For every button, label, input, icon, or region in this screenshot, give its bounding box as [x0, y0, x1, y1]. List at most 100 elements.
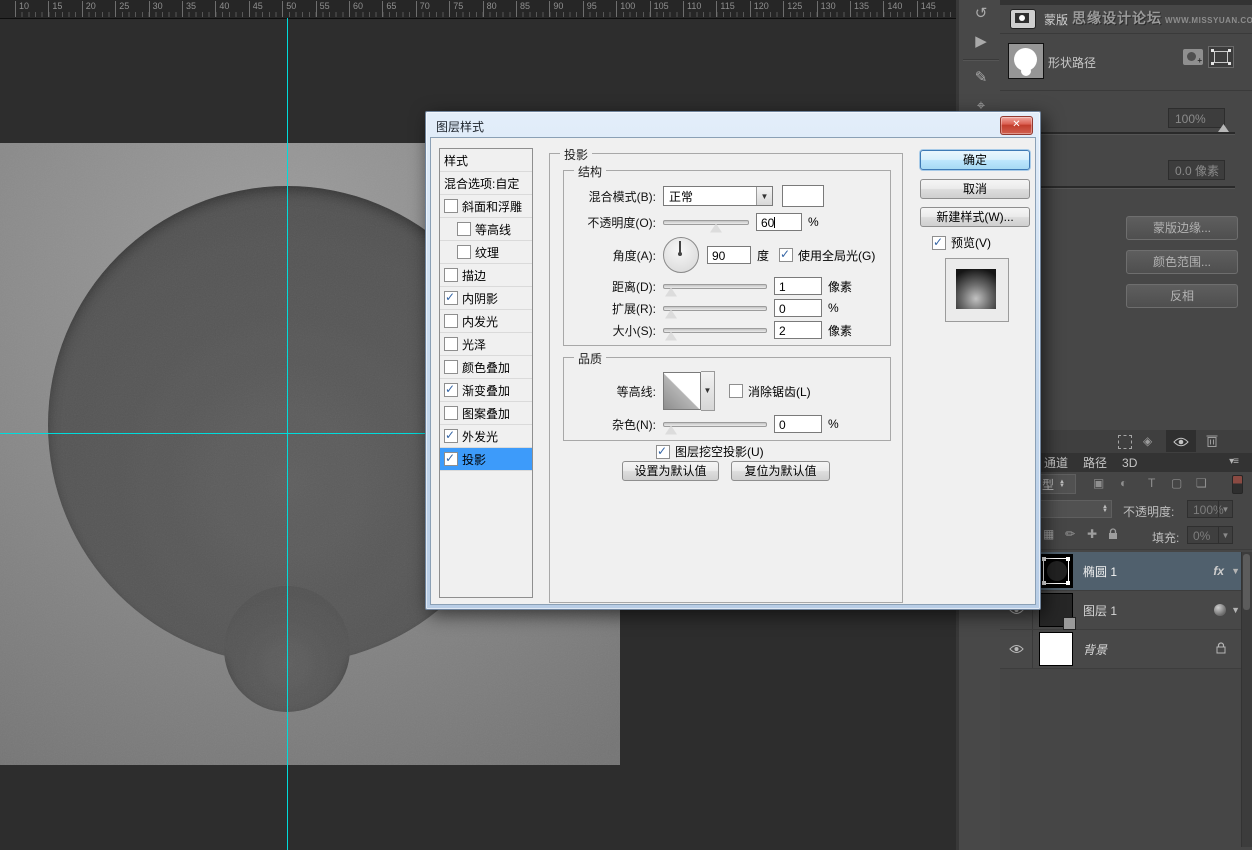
- delete-mask-trash-icon[interactable]: [1206, 434, 1218, 450]
- filter-smart-object-icon[interactable]: ❏: [1196, 476, 1207, 490]
- angle-input[interactable]: 90: [707, 246, 751, 264]
- spread-input[interactable]: 0: [774, 299, 822, 317]
- antialias-checkbox[interactable]: 消除锯齿(L): [729, 383, 811, 400]
- checkbox[interactable]: [444, 337, 458, 351]
- opacity-slider-thumb[interactable]: [710, 223, 722, 233]
- shape-path-thumbnail[interactable]: [1008, 43, 1044, 79]
- contour-dropdown-icon[interactable]: ▼: [701, 371, 715, 411]
- checkbox[interactable]: [457, 222, 471, 236]
- lock-all-icon[interactable]: [1108, 528, 1118, 543]
- spread-slider-thumb[interactable]: [665, 309, 677, 319]
- layer-row-background[interactable]: 背景: [1000, 630, 1252, 669]
- style-item-texture[interactable]: 纹理: [440, 241, 532, 264]
- shadow-color-swatch[interactable]: [782, 185, 824, 207]
- distance-slider-thumb[interactable]: [665, 287, 677, 297]
- checkbox[interactable]: [444, 199, 458, 213]
- checkbox[interactable]: [444, 360, 458, 374]
- layer-thumbnail[interactable]: [1039, 554, 1073, 588]
- vertical-guide[interactable]: [287, 18, 288, 850]
- distance-slider[interactable]: [663, 283, 767, 297]
- checkbox[interactable]: [444, 268, 458, 282]
- dialog-close-icon[interactable]: ✕: [1000, 116, 1033, 135]
- filter-pixel-layers-icon[interactable]: ▣: [1093, 476, 1104, 490]
- layer-name[interactable]: 背景: [1083, 641, 1107, 658]
- filter-adjustment-layers-icon[interactable]: ◐: [1120, 476, 1127, 490]
- checkbox[interactable]: [444, 406, 458, 420]
- ok-button[interactable]: 确定: [920, 150, 1030, 170]
- tab-paths[interactable]: 路径: [1083, 454, 1107, 471]
- distance-input[interactable]: 1: [774, 277, 822, 295]
- style-item-gradient-overlay[interactable]: 渐变叠加: [440, 379, 532, 402]
- preview-checkbox[interactable]: 预览(V): [932, 234, 1030, 251]
- noise-slider[interactable]: [663, 421, 767, 435]
- layers-scrollbar[interactable]: [1241, 552, 1252, 847]
- visibility-eye-icon[interactable]: [1000, 630, 1033, 668]
- new-style-button[interactable]: 新建样式(W)...: [920, 207, 1030, 227]
- style-item-blending-options[interactable]: 混合选项:自定: [440, 172, 532, 195]
- filter-type-layers-icon[interactable]: T: [1148, 476, 1155, 490]
- feather-value[interactable]: 0.0 像素: [1168, 160, 1225, 180]
- filter-shape-layers-icon[interactable]: ▢: [1171, 476, 1182, 490]
- shape-path-row[interactable]: 形状路径 +: [1000, 34, 1252, 91]
- apply-mask-icon[interactable]: ◈: [1143, 434, 1152, 448]
- cancel-button[interactable]: 取消: [920, 179, 1030, 199]
- panel-menu-icon[interactable]: ▾≡: [1229, 456, 1239, 467]
- style-item-outer-glow[interactable]: 外发光: [440, 425, 532, 448]
- collapse-effects-icon[interactable]: ▼: [1231, 566, 1240, 576]
- style-item-bevel-emboss[interactable]: 斜面和浮雕: [440, 195, 532, 218]
- layer-opacity-value[interactable]: 100% ▼: [1187, 500, 1233, 518]
- mask-visibility-eye-icon[interactable]: [1173, 436, 1189, 450]
- top-ruler[interactable]: 10 15 20 25 30 35 40 45 50 55 60 65 70 75 80 85 90 95 100 1…: [0, 0, 956, 19]
- background-lock-icon[interactable]: [1216, 641, 1226, 657]
- knockout-checkbox[interactable]: 图层挖空投影(U): [656, 443, 764, 460]
- style-item-color-overlay[interactable]: 颜色叠加: [440, 356, 532, 379]
- checkbox[interactable]: [444, 314, 458, 328]
- contour-thumbnail[interactable]: [663, 372, 701, 410]
- size-slider-thumb[interactable]: [665, 331, 677, 341]
- style-item-inner-shadow[interactable]: 内阴影: [440, 287, 532, 310]
- spread-slider[interactable]: [663, 305, 767, 319]
- opacity-slider[interactable]: [663, 219, 749, 233]
- actions-panel-icon[interactable]: ▶: [959, 28, 1003, 56]
- checkbox[interactable]: [444, 382, 458, 397]
- effects-sphere-icon[interactable]: [1214, 604, 1226, 616]
- style-item-pattern-overlay[interactable]: 图案叠加: [440, 402, 532, 425]
- angle-dial[interactable]: [663, 237, 699, 273]
- size-input[interactable]: 2: [774, 321, 822, 339]
- style-item-satin[interactable]: 光泽: [440, 333, 532, 356]
- density-slider[interactable]: [1008, 132, 1235, 135]
- history-panel-icon[interactable]: ↺: [959, 0, 1003, 28]
- use-global-light-checkbox[interactable]: 使用全局光(G): [779, 247, 875, 264]
- opacity-input[interactable]: 60: [756, 213, 802, 231]
- mask-edge-button[interactable]: 蒙版边缘...: [1126, 216, 1238, 240]
- invert-button[interactable]: 反相: [1126, 284, 1238, 308]
- noise-input[interactable]: 0: [774, 415, 822, 433]
- style-item-inner-glow[interactable]: 内发光: [440, 310, 532, 333]
- density-value[interactable]: 100%: [1168, 108, 1225, 128]
- checkbox[interactable]: [457, 245, 471, 259]
- style-item-contour[interactable]: 等高线: [440, 218, 532, 241]
- reset-default-button[interactable]: 复位为默认值: [731, 461, 830, 481]
- make-default-button[interactable]: 设置为默认值: [622, 461, 719, 481]
- lock-transparent-pixels-icon[interactable]: ▦: [1043, 527, 1054, 541]
- lock-position-icon[interactable]: ✚: [1087, 527, 1097, 541]
- checkbox[interactable]: [444, 451, 458, 466]
- fx-badge[interactable]: fx: [1213, 564, 1224, 578]
- checkbox[interactable]: [444, 428, 458, 443]
- load-selection-icon[interactable]: [1118, 435, 1132, 449]
- fill-value[interactable]: 0% ▼: [1187, 526, 1233, 544]
- size-slider[interactable]: [663, 327, 767, 341]
- color-range-button[interactable]: 颜色范围...: [1126, 250, 1238, 274]
- tab-3d[interactable]: 3D: [1122, 456, 1137, 470]
- layer-thumbnail[interactable]: [1039, 593, 1076, 630]
- vector-mask-icon[interactable]: [1208, 46, 1234, 68]
- masks-panel-header[interactable]: 蒙版: [1000, 5, 1252, 34]
- feather-slider[interactable]: [1008, 186, 1235, 189]
- layer-thumbnail[interactable]: [1039, 632, 1073, 666]
- add-pixel-mask-icon[interactable]: +: [1183, 49, 1203, 65]
- checkbox[interactable]: [444, 290, 458, 305]
- style-item-stroke[interactable]: 描边: [440, 264, 532, 287]
- filter-toggle-switch[interactable]: [1232, 475, 1243, 494]
- tab-channels[interactable]: 通道: [1044, 454, 1068, 471]
- noise-slider-thumb[interactable]: [665, 425, 677, 435]
